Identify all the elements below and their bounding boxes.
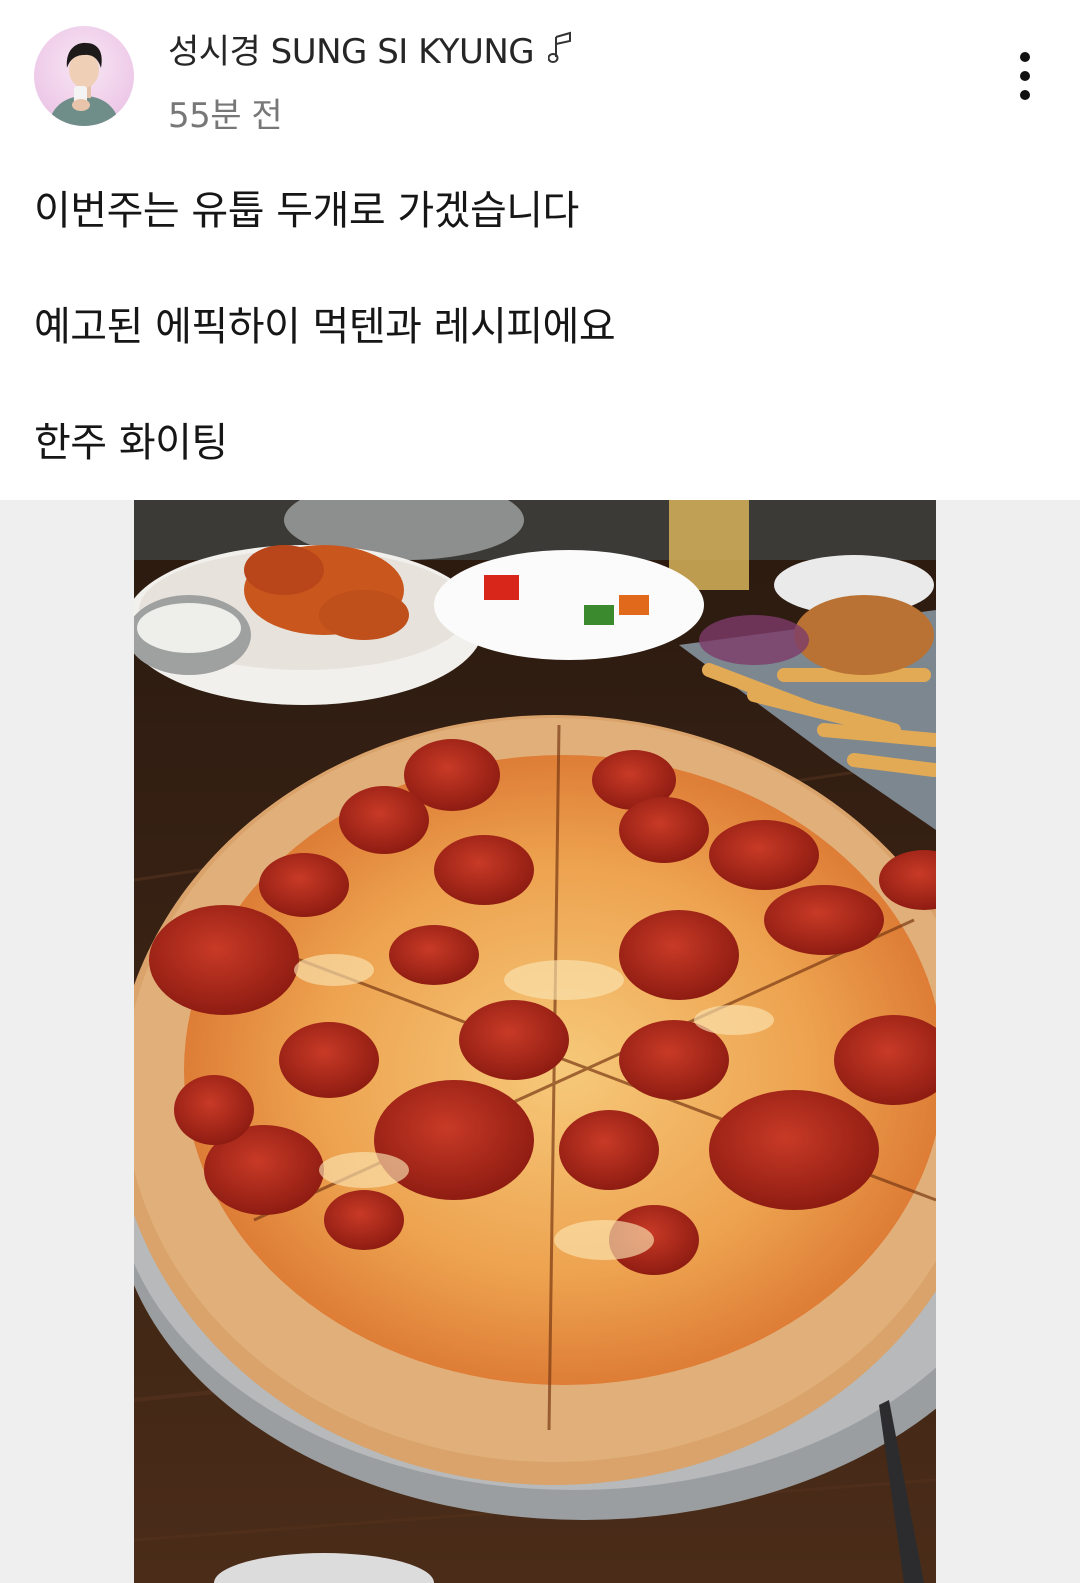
post-text-line: 예고된 에픽하이 먹텐과 레시피에요 (34, 304, 616, 350)
post-image-container (0, 500, 1080, 1583)
post-text-line: 한주 화이팅 (34, 420, 228, 466)
music-note-icon (548, 31, 572, 63)
author-avatar[interactable] (34, 26, 134, 126)
author-name-text: 성시경 SUNG SI KYUNG (168, 32, 535, 72)
post-photo[interactable] (134, 500, 936, 1583)
author-name[interactable]: 성시경 SUNG SI KYUNG (168, 24, 578, 73)
pizza-photo (134, 500, 936, 1583)
avatar-portrait (48, 42, 120, 126)
post-text-line: 이번주는 유툽 두개로 가겠습니다 (34, 188, 579, 234)
more-vertical-icon[interactable] (1000, 44, 1050, 108)
post-header: 성시경 SUNG SI KYUNG 55분 전 (0, 0, 1080, 150)
post-card: 성시경 SUNG SI KYUNG 55분 전 이번주는 유툽 두개로 가겠습니… (0, 0, 1080, 1583)
post-timestamp: 55분 전 (168, 96, 283, 136)
